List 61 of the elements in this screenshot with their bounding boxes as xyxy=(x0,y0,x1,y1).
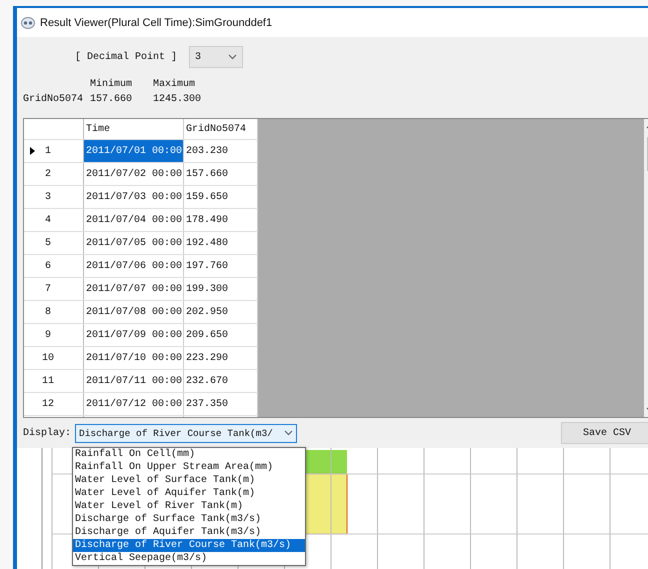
column-header: GridNo5074 xyxy=(186,124,246,134)
table-cell[interactable]: 192.480 xyxy=(184,232,258,254)
table-cell[interactable]: 157.660 xyxy=(184,163,258,185)
table-cell[interactable]: 209.650 xyxy=(184,324,258,346)
display-label: Display: xyxy=(23,428,72,438)
decimal-point-dropdown[interactable]: 3 xyxy=(189,46,244,68)
chevron-down-icon xyxy=(284,430,294,436)
row-number: 3 xyxy=(44,192,52,202)
table-cell[interactable]: 2011/07/07 00:00 xyxy=(84,278,184,300)
summary-column-header: Maximum xyxy=(153,79,196,90)
dropdown-option[interactable]: Discharge of River Course Tank(m3/s) xyxy=(73,539,305,552)
table-cell[interactable]: 2011/07/03 00:00 xyxy=(84,186,184,208)
dropdown-option[interactable]: Discharge of Surface Tank(m3/s) xyxy=(73,513,305,526)
table-cell[interactable]: 2011/07/09 00:00 xyxy=(84,324,184,346)
table-cell[interactable]: 2011/07/04 00:00 xyxy=(84,209,184,231)
row-number: 5 xyxy=(44,238,52,248)
row-number: 6 xyxy=(44,260,52,272)
row-number: 11 xyxy=(41,376,55,386)
summary-value: 157.660 xyxy=(90,94,134,105)
table-cell[interactable]: 2011/07/11 00:00 xyxy=(84,370,184,392)
row-number: 4 xyxy=(44,214,52,226)
table-cell[interactable]: 199.300 xyxy=(184,278,258,300)
dropdown-option[interactable]: Rainfall On Cell(mm) xyxy=(73,448,305,461)
row-number: 1 xyxy=(44,146,52,156)
table-cell[interactable]: 2011/07/12 00:00 xyxy=(84,393,184,415)
dropdown-option[interactable]: Water Level of Surface Tank(m) xyxy=(73,474,305,487)
row-number: 10 xyxy=(41,352,55,364)
decimal-point-label: [ Decimal Point ] xyxy=(75,52,178,62)
dropdown-option[interactable]: Vertical Seepage(m3/s) xyxy=(73,552,305,565)
table-cell[interactable]: 2011/07/08 00:00 xyxy=(84,301,184,323)
row-number: 9 xyxy=(44,330,52,340)
dropdown-option[interactable]: Water Level of Aquifer Tank(m) xyxy=(73,487,305,500)
column-header: Time xyxy=(86,124,110,134)
table-cell[interactable]: 2011/07/05 00:00 xyxy=(84,232,184,254)
row-number: 7 xyxy=(44,284,52,294)
window-title: Result Viewer(Plural Cell Time):SimGrounddef1 xyxy=(40,16,272,28)
display-dropdown[interactable]: Discharge of River Course Tank(m3/ xyxy=(75,424,298,442)
row-number: 2 xyxy=(44,168,52,180)
table-cell[interactable]: 223.290 xyxy=(184,347,258,369)
summary-row-label: GridNo5074 xyxy=(23,94,84,105)
table-cell[interactable]: 202.950 xyxy=(184,301,258,323)
table-cell[interactable]: 232.670 xyxy=(184,370,258,392)
table-cell[interactable]: 2011/07/06 00:00 xyxy=(84,255,184,277)
dropdown-option[interactable]: Water Level of River Tank(m) xyxy=(73,500,305,513)
table-cell[interactable]: 203.230 xyxy=(184,140,258,162)
summary-value: 1245.300 xyxy=(153,94,202,105)
table-cell[interactable]: 2011/07/10 00:00 xyxy=(84,347,184,369)
table-cell[interactable]: 2011/07/02 00:00 xyxy=(84,163,184,185)
save-csv-button[interactable]: Save CSV xyxy=(561,422,648,444)
app-icon xyxy=(21,16,35,28)
dropdown-option[interactable]: Rainfall On Upper Stream Area(mm) xyxy=(73,461,305,474)
dropdown-option[interactable]: Discharge of Aquifer Tank(m3/s) xyxy=(73,526,305,539)
summary-column-header: Minimum xyxy=(90,79,134,90)
row-number: 12 xyxy=(41,398,55,410)
table-cell[interactable]: 159.650 xyxy=(184,186,258,208)
chevron-down-icon xyxy=(228,54,238,60)
table-cell[interactable]: 197.760 xyxy=(184,255,258,277)
table-cell[interactable]: 178.490 xyxy=(184,209,258,231)
table-cell[interactable]: 237.350 xyxy=(184,393,258,415)
row-number: 8 xyxy=(44,306,52,318)
table-cell[interactable]: 2011/07/01 00:00 xyxy=(84,140,184,162)
